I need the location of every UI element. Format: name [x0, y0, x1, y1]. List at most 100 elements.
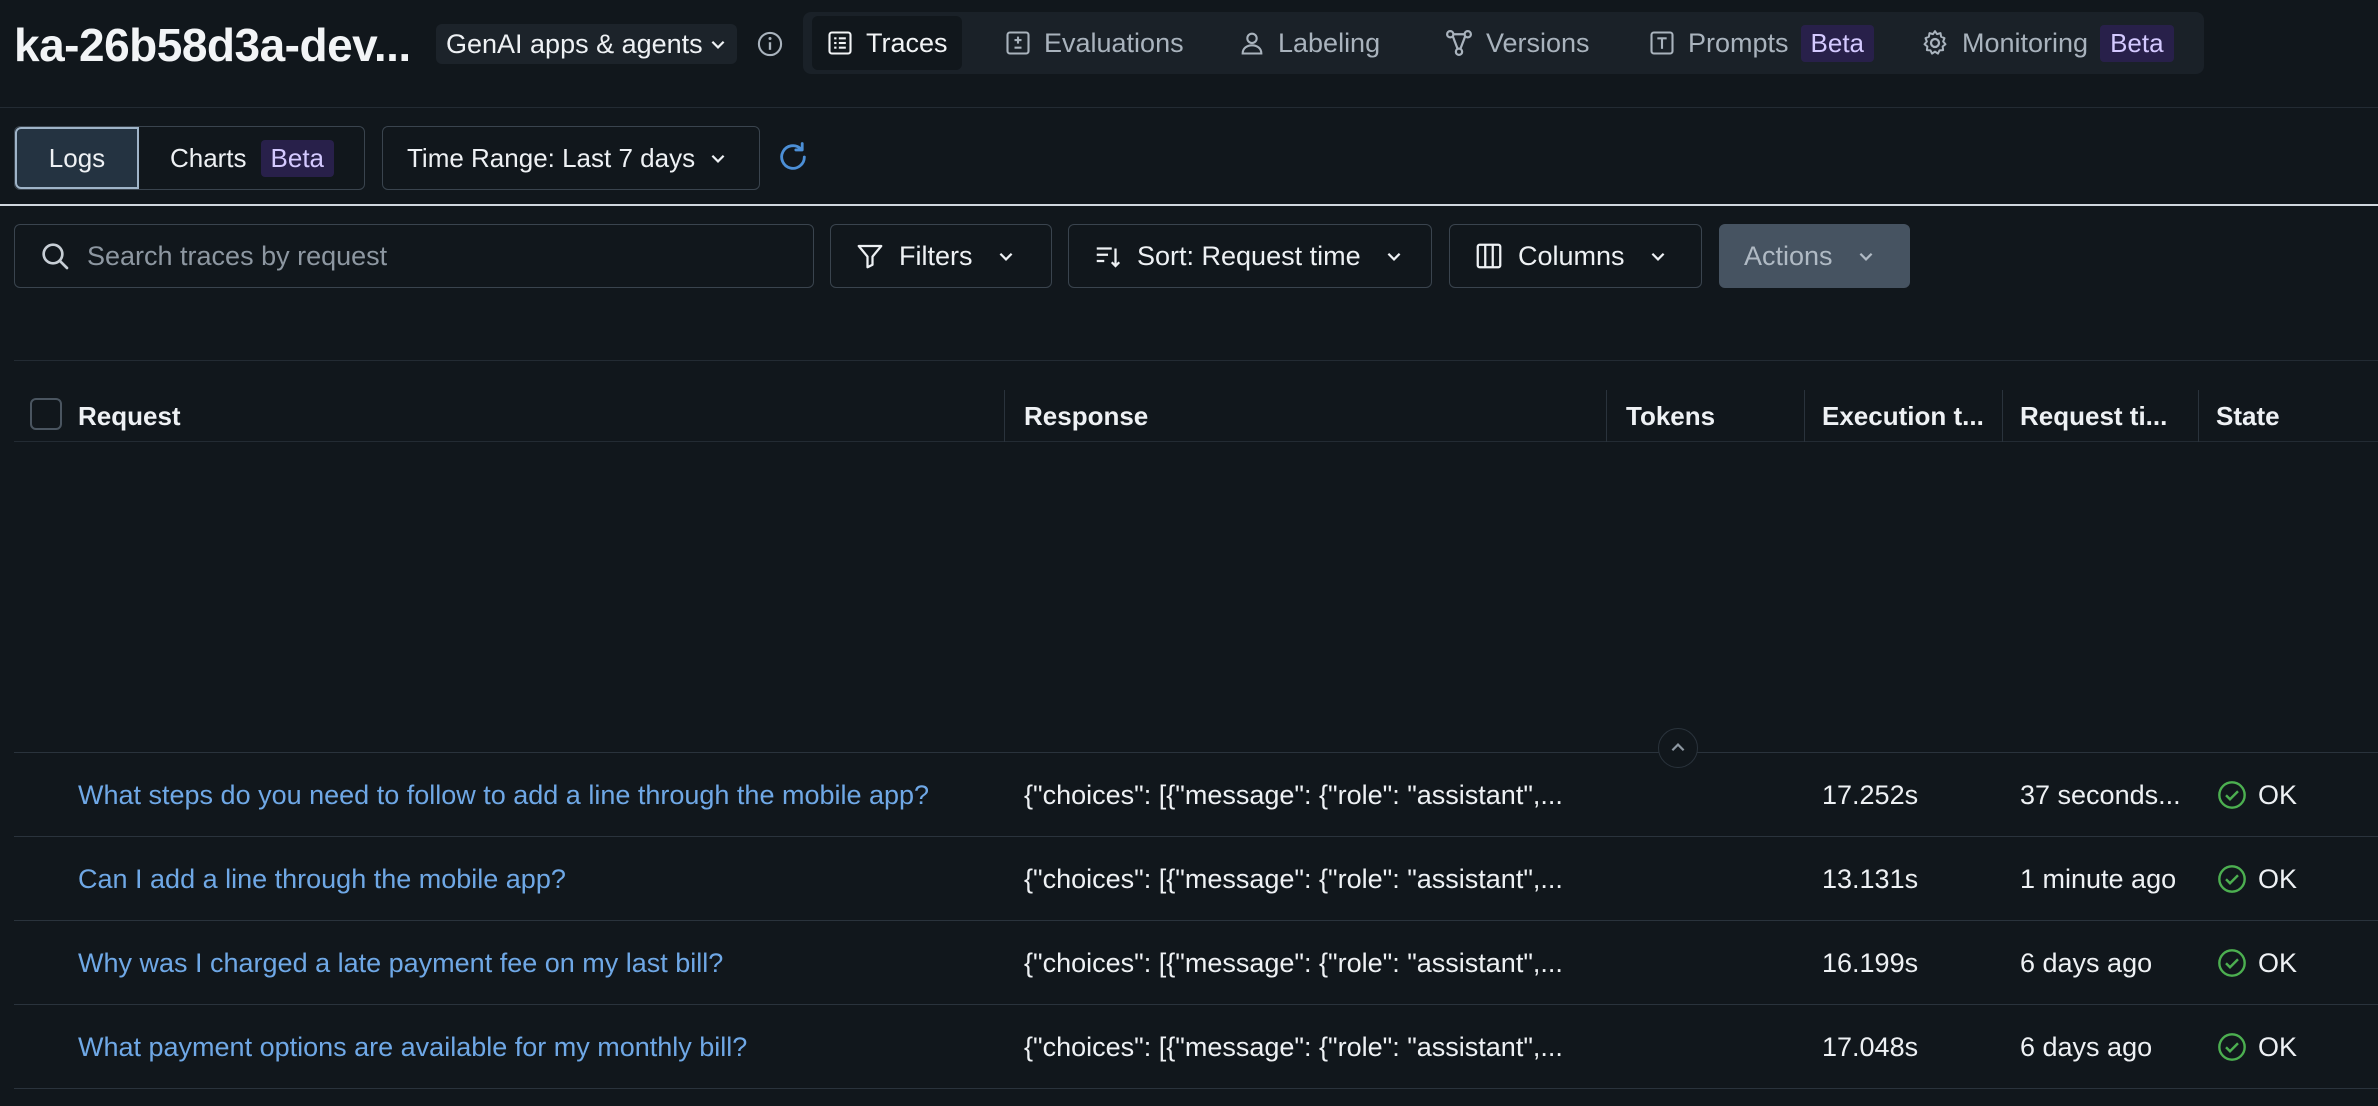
branch-icon [1446, 30, 1472, 56]
tab-label: Prompts [1688, 27, 1789, 58]
column-resizer[interactable] [2198, 390, 2199, 442]
list-icon [828, 31, 852, 55]
tab-versions[interactable]: Versions [1430, 16, 1604, 70]
tab-label: Evaluations [1044, 27, 1184, 58]
tab-labeling[interactable]: Labeling [1224, 16, 1394, 70]
execution-time-cell: 16.199s [1822, 947, 1919, 978]
state-label: OK [2258, 1031, 2298, 1062]
header: ka-26b58d3a-dev... GenAI apps & agents T… [0, 0, 2378, 108]
tab-evaluations[interactable]: Evaluations [990, 16, 1198, 70]
user-icon [1241, 32, 1263, 55]
table-top-border [14, 360, 2378, 361]
execution-time-cell: 13.131s [1822, 863, 1919, 894]
table-row[interactable]: Can I add a line through the mobile app?… [14, 837, 2378, 921]
section-divider [0, 204, 2378, 206]
execution-time-cell: 17.048s [1822, 1031, 1919, 1062]
column-resizer[interactable] [1804, 390, 1805, 442]
state-label: OK [2258, 863, 2298, 894]
chevron-down-icon [1387, 252, 1401, 261]
column-header-request-time[interactable]: Request ti... [2020, 390, 2167, 442]
state-cell: OK [2216, 837, 2297, 921]
check-circle-icon [2218, 781, 2246, 809]
info-icon[interactable] [756, 30, 784, 58]
charts-toggle-button[interactable]: Charts Beta [139, 127, 365, 189]
chevron-down-icon [999, 252, 1012, 261]
chevron-down-icon [711, 40, 725, 49]
filter-icon [857, 244, 883, 269]
state-label: OK [2258, 779, 2298, 810]
column-header-request[interactable]: Request [78, 390, 181, 442]
tab-prompts[interactable]: Prompts Beta [1634, 16, 1888, 70]
text-box-icon [1650, 31, 1674, 55]
search-input[interactable] [87, 240, 787, 272]
columns-icon [1476, 243, 1502, 269]
check-circle-icon [2218, 949, 2246, 977]
column-resizer[interactable] [1606, 390, 1607, 442]
chevron-down-icon [711, 154, 725, 163]
column-resizer[interactable] [1004, 390, 1005, 442]
column-header-response[interactable]: Response [1024, 390, 1148, 442]
tab-label: Monitoring [1962, 27, 2089, 58]
columns-label: Columns [1518, 240, 1625, 271]
app-type-dropdown[interactable]: GenAI apps & agents [436, 24, 737, 64]
tab-label: Labeling [1278, 27, 1381, 58]
app-type-label: GenAI apps & agents [446, 28, 703, 59]
response-cell: {"choices": [{"message": {"role": "assis… [1024, 863, 1563, 894]
sort-icon [1096, 247, 1121, 268]
response-cell: {"choices": [{"message": {"role": "assis… [1024, 1031, 1563, 1062]
request-time-cell: 6 days ago [2020, 947, 2153, 978]
table-row[interactable]: What payment options are available for m… [14, 1005, 2378, 1089]
time-range-dropdown[interactable]: Time Range: Last 7 days [382, 126, 760, 190]
request-link[interactable]: Why was I charged a late payment fee on … [78, 921, 723, 1005]
request-link[interactable]: What payment options are available for m… [78, 1005, 747, 1089]
check-circle-icon [2218, 865, 2246, 893]
sort-button[interactable]: Sort: Request time [1068, 224, 1432, 288]
actions-button[interactable]: Actions [1719, 224, 1910, 288]
chevron-down-icon [1859, 252, 1872, 261]
response-cell: {"choices": [{"message": {"role": "assis… [1024, 947, 1563, 978]
state-cell: OK [2216, 1005, 2297, 1089]
tab-traces[interactable]: Traces [812, 16, 962, 70]
charts-label: Charts [169, 142, 247, 173]
tab-monitoring[interactable]: Monitoring Beta [1906, 16, 2188, 70]
request-link[interactable]: What steps do you need to follow to add … [78, 753, 929, 837]
execution-time-cell: 17.252s [1822, 779, 1919, 810]
select-all-checkbox[interactable] [30, 398, 62, 430]
beta-badge: Beta [260, 139, 335, 177]
view-toggle: Logs Charts Beta [14, 126, 365, 190]
search-box[interactable] [14, 224, 814, 288]
filters-button[interactable]: Filters [830, 224, 1052, 288]
table-row[interactable]: Why was I charged a late payment fee on … [14, 921, 2378, 1005]
app-title: ka-26b58d3a-dev... [14, 19, 411, 71]
column-header-state[interactable]: State [2216, 390, 2280, 442]
state-cell: OK [2216, 921, 2297, 1005]
column-header-execution-time[interactable]: Execution t... [1822, 390, 1984, 442]
logs-label: Logs [48, 142, 106, 173]
state-cell: OK [2216, 753, 2297, 837]
refresh-icon[interactable] [776, 140, 810, 174]
chevron-up-icon [1671, 743, 1685, 752]
request-time-cell: 1 minute ago [2020, 863, 2177, 894]
sort-label: Sort: Request time [1137, 240, 1361, 271]
beta-badge: Beta [1800, 24, 1875, 62]
check-circle-icon [2218, 1033, 2246, 1061]
plus-minus-icon [1006, 31, 1030, 55]
collapse-button[interactable] [1658, 728, 1698, 768]
state-label: OK [2258, 947, 2298, 978]
beta-badge: Beta [2100, 24, 2174, 62]
logs-toggle-button[interactable]: Logs [15, 127, 139, 189]
request-time-cell: 6 days ago [2020, 1031, 2153, 1062]
response-cell: {"choices": [{"message": {"role": "assis… [1024, 779, 1563, 810]
column-resizer[interactable] [2002, 390, 2003, 442]
request-time-cell: 37 seconds... [2020, 779, 2181, 810]
filters-label: Filters [899, 240, 973, 271]
table-row[interactable]: What steps do you need to follow to add … [14, 753, 2378, 837]
request-link[interactable]: Can I add a line through the mobile app? [78, 837, 566, 921]
columns-button[interactable]: Columns [1449, 224, 1702, 288]
traces-page: ka-26b58d3a-dev... GenAI apps & agents T… [0, 0, 2378, 1106]
column-header-tokens[interactable]: Tokens [1626, 390, 1715, 442]
table-header: Request Response Tokens Execution t... R… [14, 390, 2378, 442]
actions-label: Actions [1744, 240, 1833, 271]
tab-label: Traces [866, 27, 948, 58]
gear-icon [1923, 30, 1947, 55]
